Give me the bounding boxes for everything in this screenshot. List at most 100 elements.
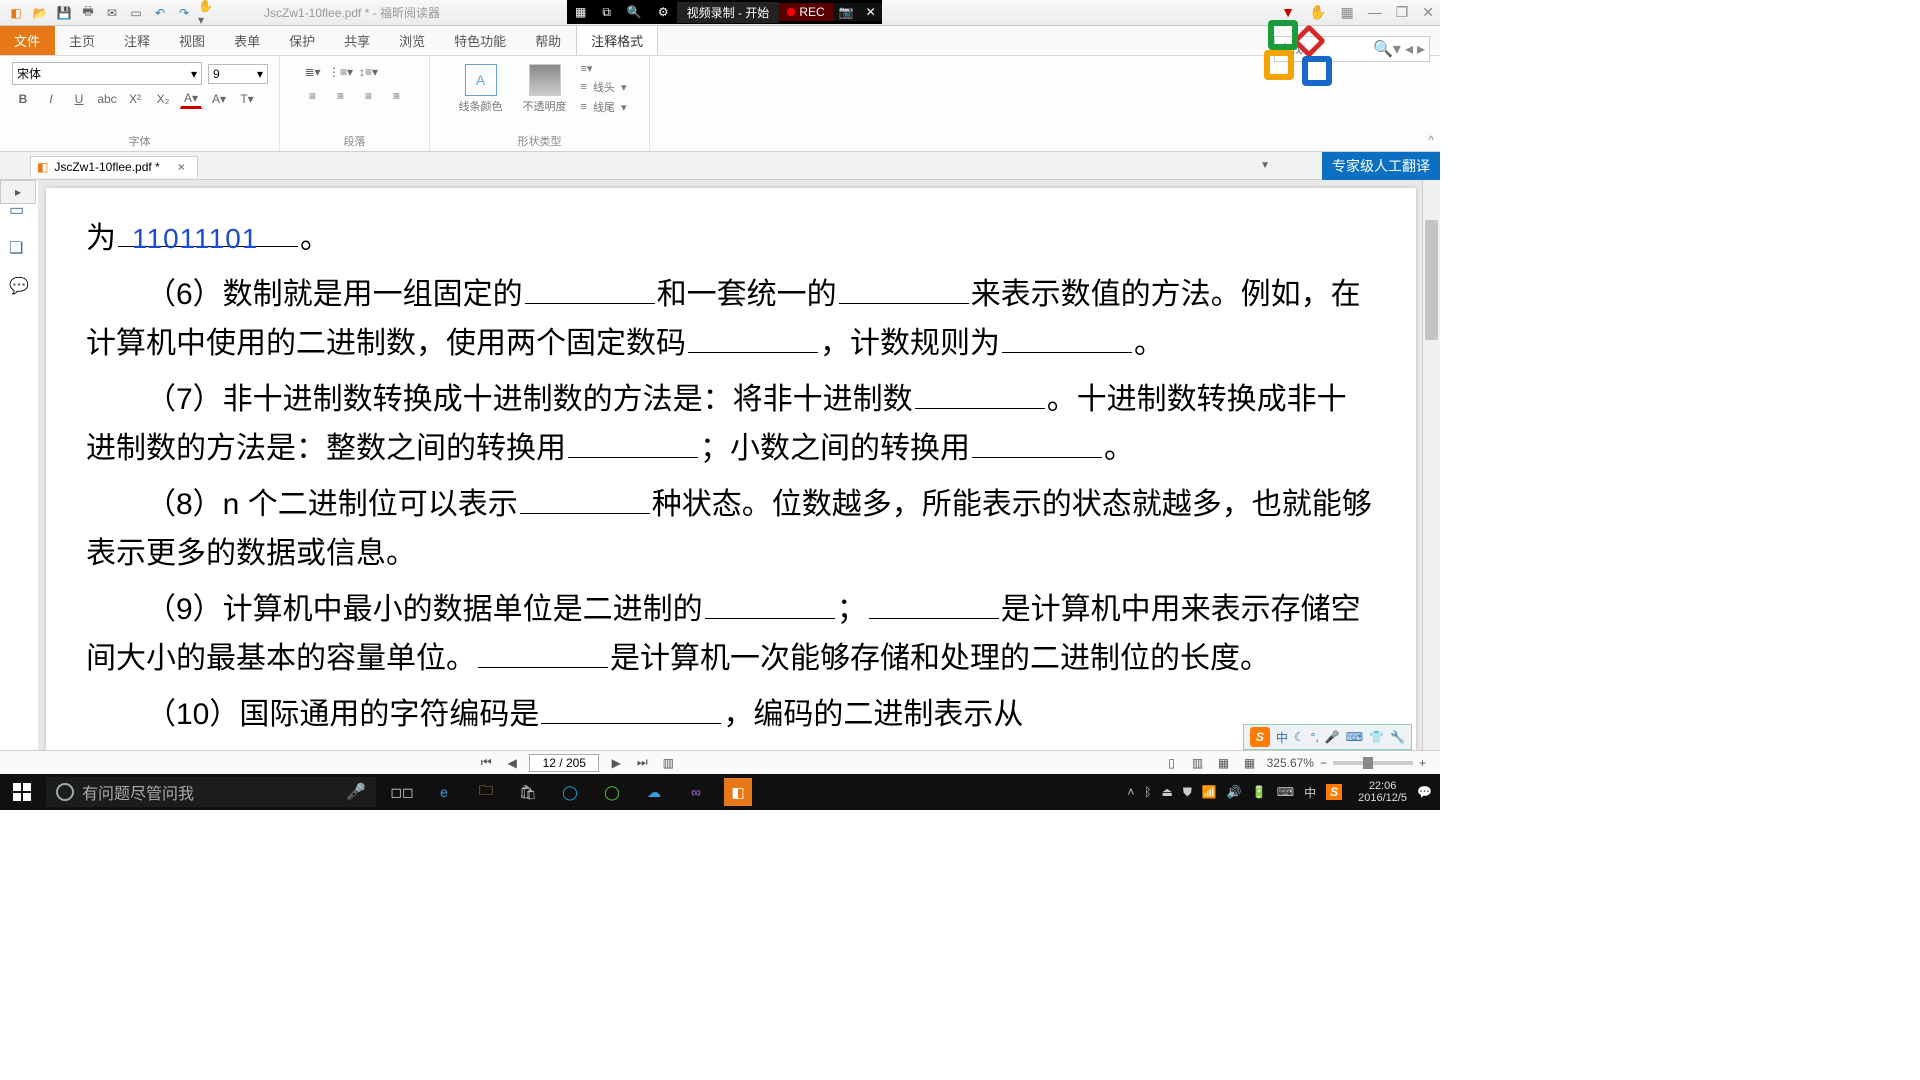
- close-icon[interactable]: ✕: [1422, 4, 1434, 21]
- pages-icon[interactable]: ❏: [9, 238, 29, 258]
- view-single-icon[interactable]: ▯: [1163, 756, 1181, 770]
- align-left-button[interactable]: ≡: [302, 86, 324, 106]
- ime-tool-icon[interactable]: 🔧: [1390, 730, 1405, 744]
- tab-comment[interactable]: 注释: [110, 26, 165, 55]
- align-right-button[interactable]: ≡: [358, 86, 380, 106]
- vs-icon[interactable]: ∞: [682, 778, 710, 806]
- strike-button[interactable]: abc: [96, 89, 118, 109]
- start-button[interactable]: [0, 774, 44, 810]
- tray-clock[interactable]: 22:06 2016/12/5: [1358, 780, 1407, 804]
- tray-battery-icon[interactable]: 🔋: [1252, 785, 1267, 799]
- tab-file[interactable]: 文件: [0, 26, 55, 55]
- tab-help[interactable]: 帮助: [521, 26, 576, 55]
- ime-skin-icon[interactable]: 👕: [1369, 730, 1384, 744]
- tab-close-icon[interactable]: ×: [178, 160, 185, 174]
- tray-ime-icon[interactable]: 中: [1304, 784, 1316, 801]
- explorer-icon[interactable]: 🗀: [472, 778, 500, 806]
- zoom-in-button[interactable]: +: [1419, 756, 1426, 770]
- record-button[interactable]: REC: [779, 3, 832, 21]
- tray-keyboard-icon[interactable]: ⌨: [1277, 785, 1294, 799]
- ribbon-options-icon[interactable]: ▦: [1340, 4, 1353, 21]
- recorder-move-icon[interactable]: ⧉: [594, 5, 619, 20]
- mail-icon[interactable]: ✉: [102, 3, 122, 23]
- line-color-button[interactable]: A线条颜色: [453, 62, 509, 116]
- tab-comment-format[interactable]: 注释格式: [576, 26, 658, 55]
- superscript-button[interactable]: X²: [124, 89, 146, 109]
- recorder-close-icon[interactable]: ✕: [860, 3, 882, 21]
- print-icon[interactable]: 🖶: [78, 3, 98, 23]
- search-prev-icon[interactable]: ◂: [1405, 39, 1413, 59]
- line-style-button[interactable]: ≡▾: [581, 62, 627, 75]
- app1-icon[interactable]: ◯: [556, 778, 584, 806]
- tray-sogou-icon[interactable]: S: [1326, 784, 1342, 800]
- tray-defender-icon[interactable]: ⛊: [1183, 785, 1192, 800]
- bold-button[interactable]: B: [12, 89, 34, 109]
- view-continuous-facing-icon[interactable]: ▦: [1241, 756, 1259, 770]
- search-icon[interactable]: 🔍▾: [1373, 39, 1401, 59]
- skin-icon[interactable]: ▼: [1281, 4, 1295, 21]
- ime-mic-icon[interactable]: 🎤: [1325, 730, 1340, 744]
- tab-protect[interactable]: 保护: [275, 26, 330, 55]
- scrollbar-thumb[interactable]: [1425, 220, 1438, 340]
- store-icon[interactable]: 🛍: [514, 778, 542, 806]
- action-center-icon[interactable]: 💬: [1417, 785, 1432, 799]
- search-next-icon[interactable]: ▸: [1417, 39, 1425, 59]
- vertical-scrollbar[interactable]: [1422, 180, 1440, 774]
- new-icon[interactable]: ▭: [126, 3, 146, 23]
- tab-home[interactable]: 主页: [55, 26, 110, 55]
- foxit-task-icon[interactable]: ◧: [724, 778, 752, 806]
- next-page-button[interactable]: ▶: [607, 756, 625, 770]
- sogou-logo-icon[interactable]: S: [1250, 727, 1270, 747]
- ime-moon-icon[interactable]: ☾: [1294, 730, 1305, 744]
- highlight-button[interactable]: A▾: [208, 89, 230, 109]
- tab-list-dropdown-icon[interactable]: ▼: [1260, 160, 1270, 171]
- align-center-button[interactable]: ≡: [330, 86, 352, 106]
- minimize-icon[interactable]: —: [1368, 4, 1382, 21]
- tab-form[interactable]: 表单: [220, 26, 275, 55]
- recorder-zoom-icon[interactable]: 🔍: [619, 5, 650, 19]
- opacity-button[interactable]: 不透明度: [517, 62, 573, 116]
- tab-browse[interactable]: 浏览: [385, 26, 440, 55]
- reading-mode-icon[interactable]: ▥: [659, 756, 677, 770]
- tab-features[interactable]: 特色功能: [440, 26, 521, 55]
- first-page-button[interactable]: ⏮: [477, 755, 495, 770]
- underline-button[interactable]: U: [68, 89, 90, 109]
- ime-toolbar[interactable]: S 中 ☾ °, 🎤 ⌨ 👕 🔧: [1243, 724, 1412, 750]
- recorder-menu-icon[interactable]: ▦: [567, 5, 594, 19]
- tray-up-icon[interactable]: ˄: [1127, 785, 1134, 799]
- view-continuous-icon[interactable]: ▥: [1189, 756, 1207, 770]
- ime-punct-icon[interactable]: °,: [1311, 730, 1319, 744]
- ime-lang[interactable]: 中: [1276, 729, 1288, 746]
- task-view-icon[interactable]: ◻◻: [388, 778, 416, 806]
- ime-softkbd-icon[interactable]: ⌨: [1346, 730, 1363, 744]
- screenshot-icon[interactable]: 📷: [833, 3, 860, 21]
- tab-view[interactable]: 视图: [165, 26, 220, 55]
- tray-bt-icon[interactable]: ᛒ: [1144, 785, 1151, 799]
- subscript-button[interactable]: X₂: [152, 89, 174, 109]
- zoom-out-button[interactable]: −: [1320, 756, 1327, 770]
- cloud-icon[interactable]: ☁: [640, 778, 668, 806]
- line-start-button[interactable]: ≡线头▾: [581, 79, 627, 95]
- page-number-input[interactable]: [529, 754, 599, 772]
- edge-icon[interactable]: e: [430, 778, 458, 806]
- save-icon[interactable]: 💾: [54, 3, 74, 23]
- font-name-select[interactable]: 宋体▾: [12, 62, 202, 85]
- view-facing-icon[interactable]: ▦: [1215, 756, 1233, 770]
- recorder-settings-icon[interactable]: ⚙: [650, 5, 677, 19]
- font-size-select[interactable]: 9▾: [208, 64, 268, 84]
- line-end-button[interactable]: ≡线尾▾: [581, 99, 627, 115]
- collapse-ribbon-icon[interactable]: ^: [1428, 133, 1434, 147]
- touch-mode-icon[interactable]: ✋: [1309, 4, 1326, 21]
- pdf-page[interactable]: 为11011101。 （6）数制就是用一组固定的和一套统一的来表示数值的方法。例…: [46, 188, 1416, 766]
- open-icon[interactable]: 📂: [30, 3, 50, 23]
- restore-icon[interactable]: ❐: [1396, 4, 1409, 21]
- undo-icon[interactable]: ↶: [150, 3, 170, 23]
- align-justify-button[interactable]: ≡: [386, 86, 408, 106]
- line-spacing-button[interactable]: ↕≡▾: [358, 62, 380, 82]
- tray-eject-icon[interactable]: ⏏: [1162, 785, 1173, 799]
- bookmarks-icon[interactable]: ▭: [9, 200, 29, 220]
- tray-wifi-icon[interactable]: 📶: [1202, 785, 1217, 799]
- numbering-button[interactable]: ⋮≡▾: [330, 62, 352, 82]
- redo-icon[interactable]: ↷: [174, 3, 194, 23]
- tab-share[interactable]: 共享: [330, 26, 385, 55]
